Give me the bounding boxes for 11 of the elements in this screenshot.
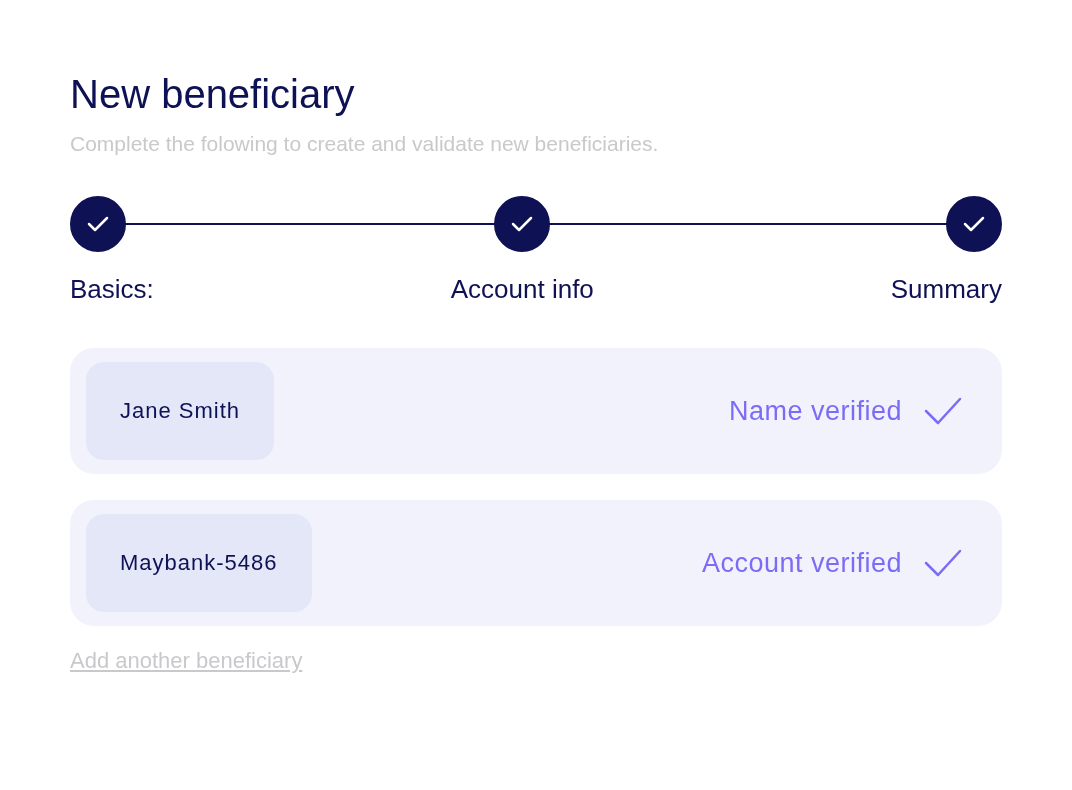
verification-status: Account verified [701, 547, 902, 579]
step-label: Account info [450, 273, 594, 306]
step-label: Summary [890, 273, 1002, 306]
beneficiary-value: Jane Smith [86, 362, 275, 460]
check-icon [511, 216, 534, 232]
step-label: Basics: [70, 273, 154, 306]
page-title: New beneficiary [70, 71, 356, 118]
check-icon [963, 216, 985, 232]
check-icon [87, 216, 109, 232]
verification-status: Name verified [728, 395, 902, 427]
beneficiary-value: Maybank-5486 [86, 514, 312, 612]
